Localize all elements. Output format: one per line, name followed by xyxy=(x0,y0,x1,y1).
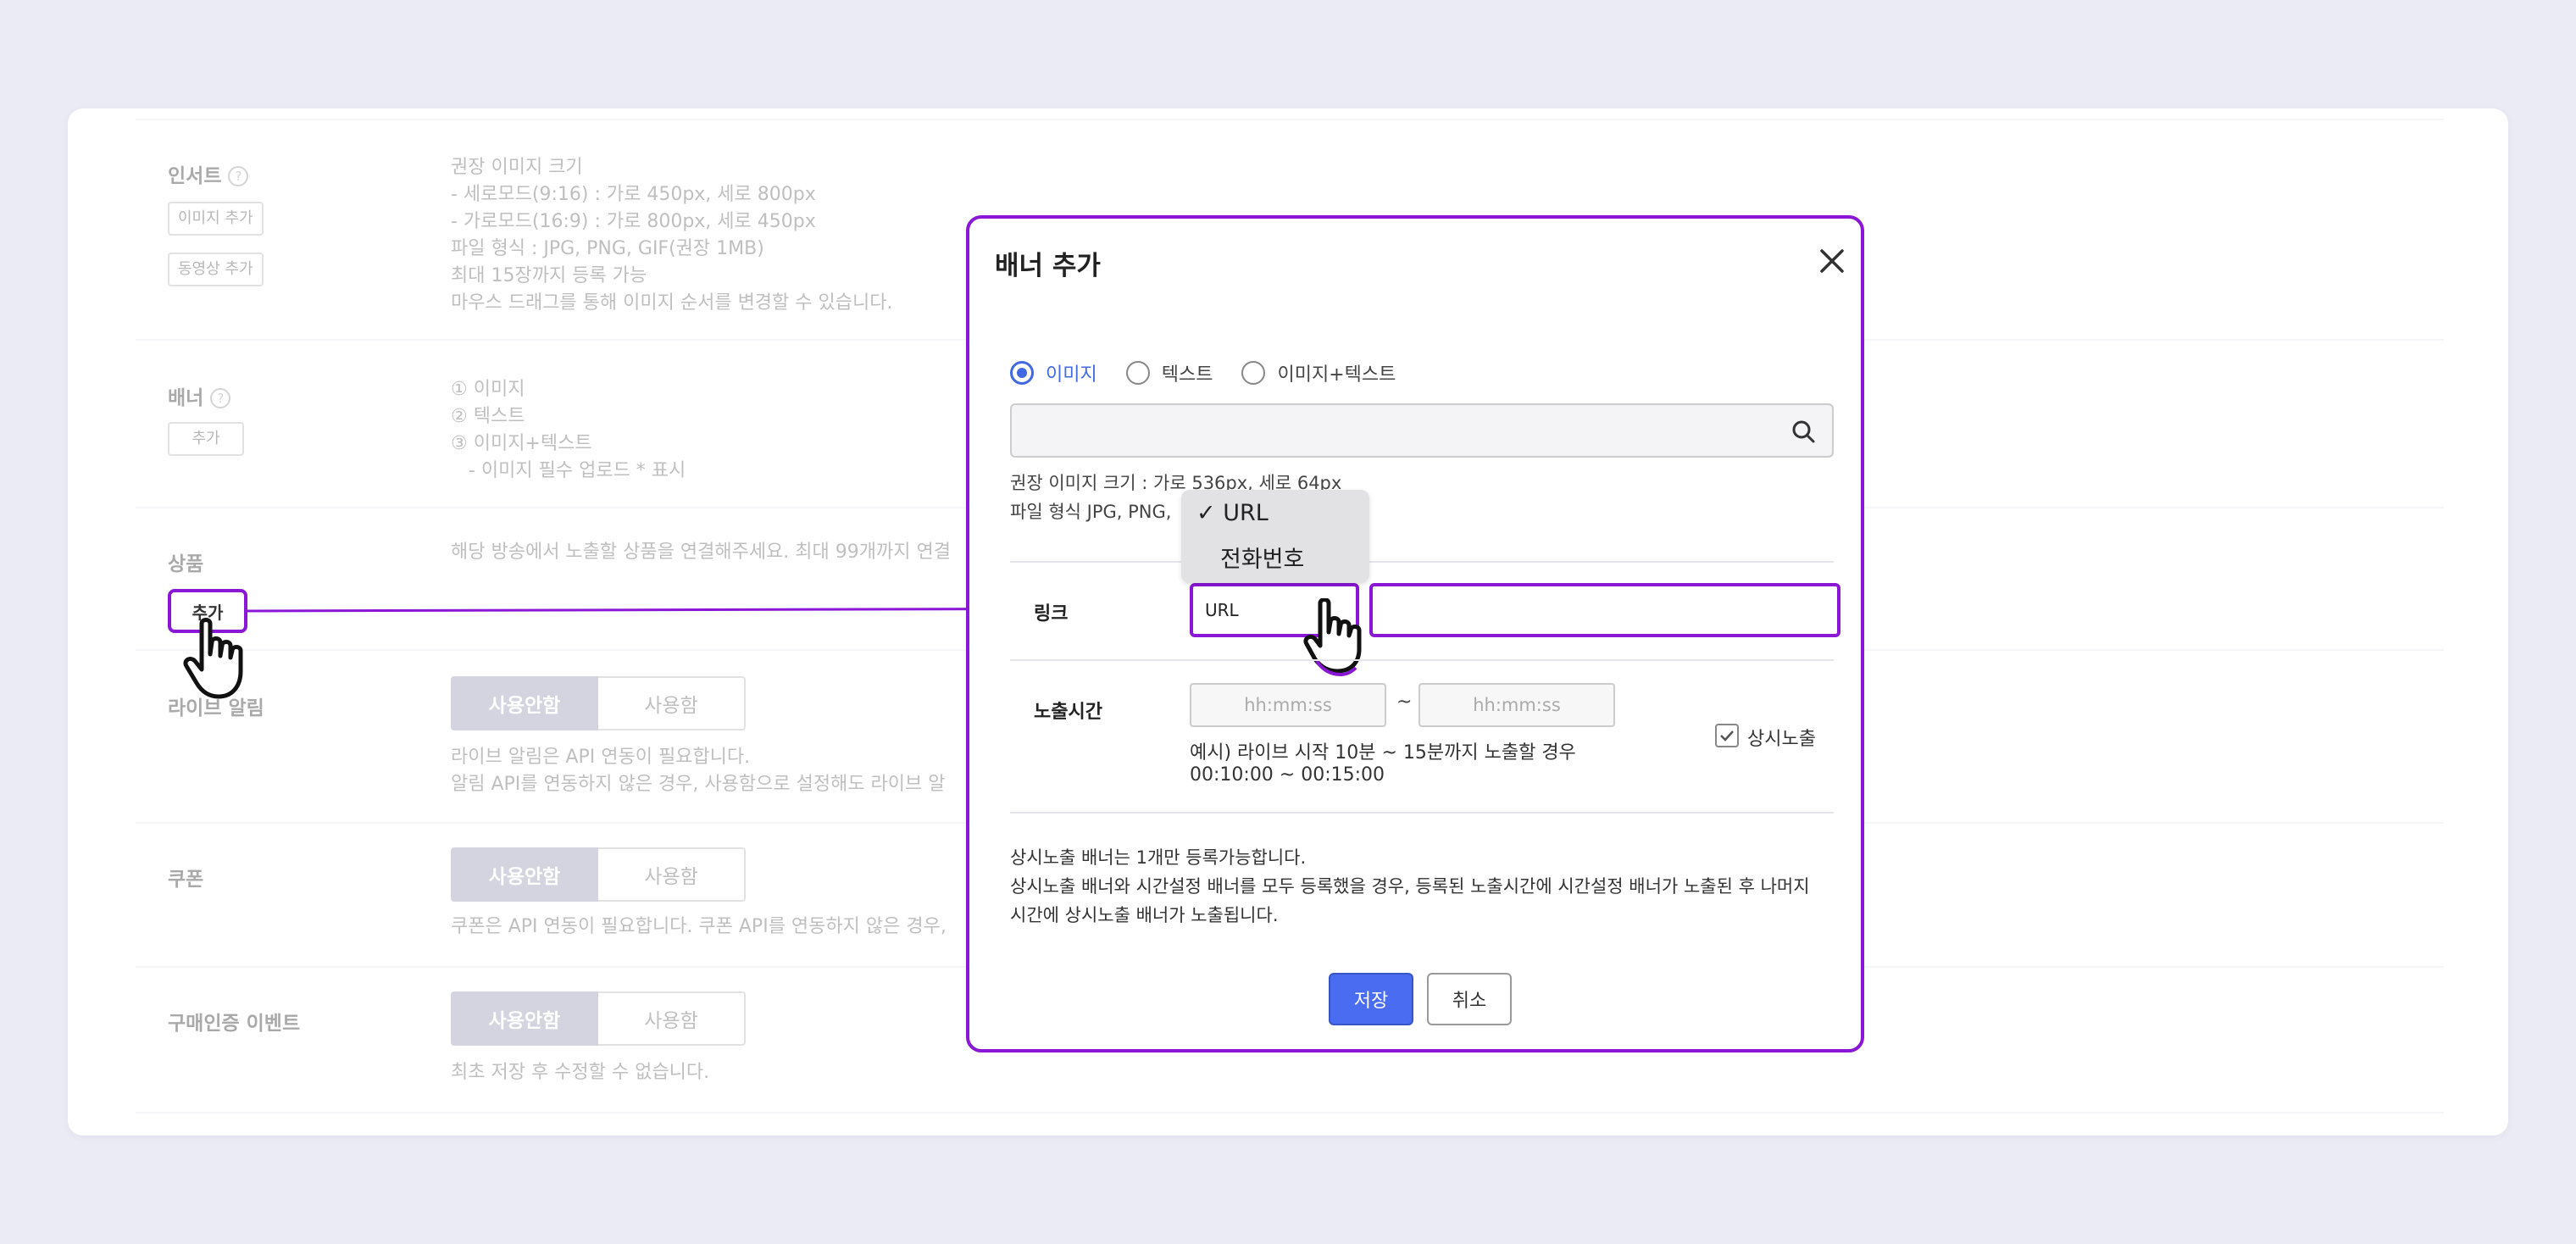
footer-note: 상시노출 배너는 1개만 등록가능합니다. xyxy=(1010,847,1307,868)
toggle-enabled-option[interactable]: 사용함 xyxy=(598,676,746,730)
add-image-button[interactable]: 이미지 추가 xyxy=(168,202,264,236)
add-video-button[interactable]: 동영상 추가 xyxy=(168,253,264,286)
search-icon[interactable] xyxy=(1790,418,1817,445)
toggle-enabled-option[interactable]: 사용함 xyxy=(598,991,746,1046)
check-icon xyxy=(1720,730,1734,741)
footer-note: 상시노출 배너와 시간설정 배너를 모두 등록했을 경우, 등록된 노출시간에 … xyxy=(1010,876,1810,897)
file-format-info: 파일 형식 JPG, PNG, xyxy=(1010,502,1172,522)
file-search-input[interactable] xyxy=(1010,403,1834,458)
coupon-section-title: 쿠폰 xyxy=(168,869,204,891)
start-time-input[interactable]: hh:mm:ss xyxy=(1190,683,1386,727)
radio-image-text[interactable] xyxy=(1241,361,1266,385)
product-section-title: 상품 xyxy=(168,553,204,575)
divider xyxy=(136,119,2444,120)
banner-section-title: 배너? xyxy=(168,381,231,410)
live-alert-toggle: 사용안함 사용함 xyxy=(451,676,746,730)
divider xyxy=(1010,561,1834,563)
link-url-input[interactable] xyxy=(1369,583,1840,637)
radio-image-label[interactable]: 이미지 xyxy=(1046,359,1097,386)
live-alert-description: 라이브 알림은 API 연동이 필요합니다. 알림 API를 연동하지 않은 경… xyxy=(451,747,946,795)
cancel-button[interactable]: 취소 xyxy=(1427,973,1512,1025)
banner-description: ① 이미지 ② 텍스트 ③ 이미지+텍스트 - 이미지 필수 업로드 * 표시 xyxy=(451,379,686,481)
toggle-enabled-option[interactable]: 사용함 xyxy=(598,847,746,902)
banner-type-radio-group: 이미지 텍스트 이미지+텍스트 xyxy=(1010,359,1424,386)
divider xyxy=(1010,812,1834,814)
link-label: 링크 xyxy=(1034,603,1069,625)
always-show-checkbox[interactable] xyxy=(1715,724,1739,747)
product-description: 해당 방송에서 노출할 상품을 연결해주세요. 최대 99개까지 연결 xyxy=(451,541,951,563)
banner-add-button[interactable]: 추가 xyxy=(168,422,244,456)
radio-image-text-label[interactable]: 이미지+텍스트 xyxy=(1277,359,1396,386)
check-icon: ✓ xyxy=(1196,500,1216,526)
save-button[interactable]: 저장 xyxy=(1329,973,1413,1025)
pointer-hand-icon xyxy=(1303,598,1362,676)
time-example-value: 00:10:00 ~ 00:15:00 xyxy=(1190,764,1385,786)
time-separator: ~ xyxy=(1396,691,1413,713)
banner-add-modal: 배너 추가 이미지 텍스트 이미지+텍스트 권장 이미지 크기 : 가로 536… xyxy=(966,215,1864,1052)
time-example: 예시) 라이브 시작 10분 ~ 15분까지 노출할 경우 xyxy=(1190,742,1576,764)
toggle-disabled-option[interactable]: 사용안함 xyxy=(451,991,598,1046)
link-type-dropdown: ✓ URL 전화번호 xyxy=(1181,490,1369,583)
purchase-event-description: 최초 저장 후 수정할 수 없습니다. xyxy=(451,1062,710,1083)
toggle-disabled-option[interactable]: 사용안함 xyxy=(451,676,598,730)
dropdown-option-phone[interactable]: 전화번호 xyxy=(1220,541,1304,574)
always-show-label[interactable]: 상시노출 xyxy=(1747,724,1816,751)
divider xyxy=(136,1112,2444,1113)
divider xyxy=(1010,659,1834,661)
dropdown-option-url[interactable]: ✓ URL xyxy=(1196,500,1269,526)
end-time-input[interactable]: hh:mm:ss xyxy=(1418,683,1615,727)
insert-description: 권장 이미지 크기 - 세로모드(9:16) : 가로 450px, 세로 80… xyxy=(451,157,893,314)
coupon-toggle: 사용안함 사용함 xyxy=(451,847,746,902)
radio-text-label[interactable]: 텍스트 xyxy=(1162,359,1213,386)
exposure-time-label: 노출시간 xyxy=(1034,702,1102,723)
modal-title: 배너 추가 xyxy=(995,251,1101,281)
toggle-disabled-option[interactable]: 사용안함 xyxy=(451,847,598,902)
help-icon[interactable]: ? xyxy=(210,388,231,408)
help-icon[interactable]: ? xyxy=(228,166,249,186)
close-icon[interactable] xyxy=(1815,244,1849,278)
purchase-event-section-title: 구매인증 이벤트 xyxy=(168,1013,301,1035)
coupon-description: 쿠폰은 API 연동이 필요합니다. 쿠폰 API를 연동하지 않은 경우, xyxy=(451,916,947,937)
pointer-hand-icon xyxy=(183,618,243,699)
footer-note: 시간에 상시노출 배너가 노출됩니다. xyxy=(1010,905,1279,925)
radio-image[interactable] xyxy=(1010,361,1034,385)
purchase-event-toggle: 사용안함 사용함 xyxy=(451,991,746,1046)
radio-text[interactable] xyxy=(1125,361,1150,385)
insert-section-title: 인서트? xyxy=(168,159,249,188)
